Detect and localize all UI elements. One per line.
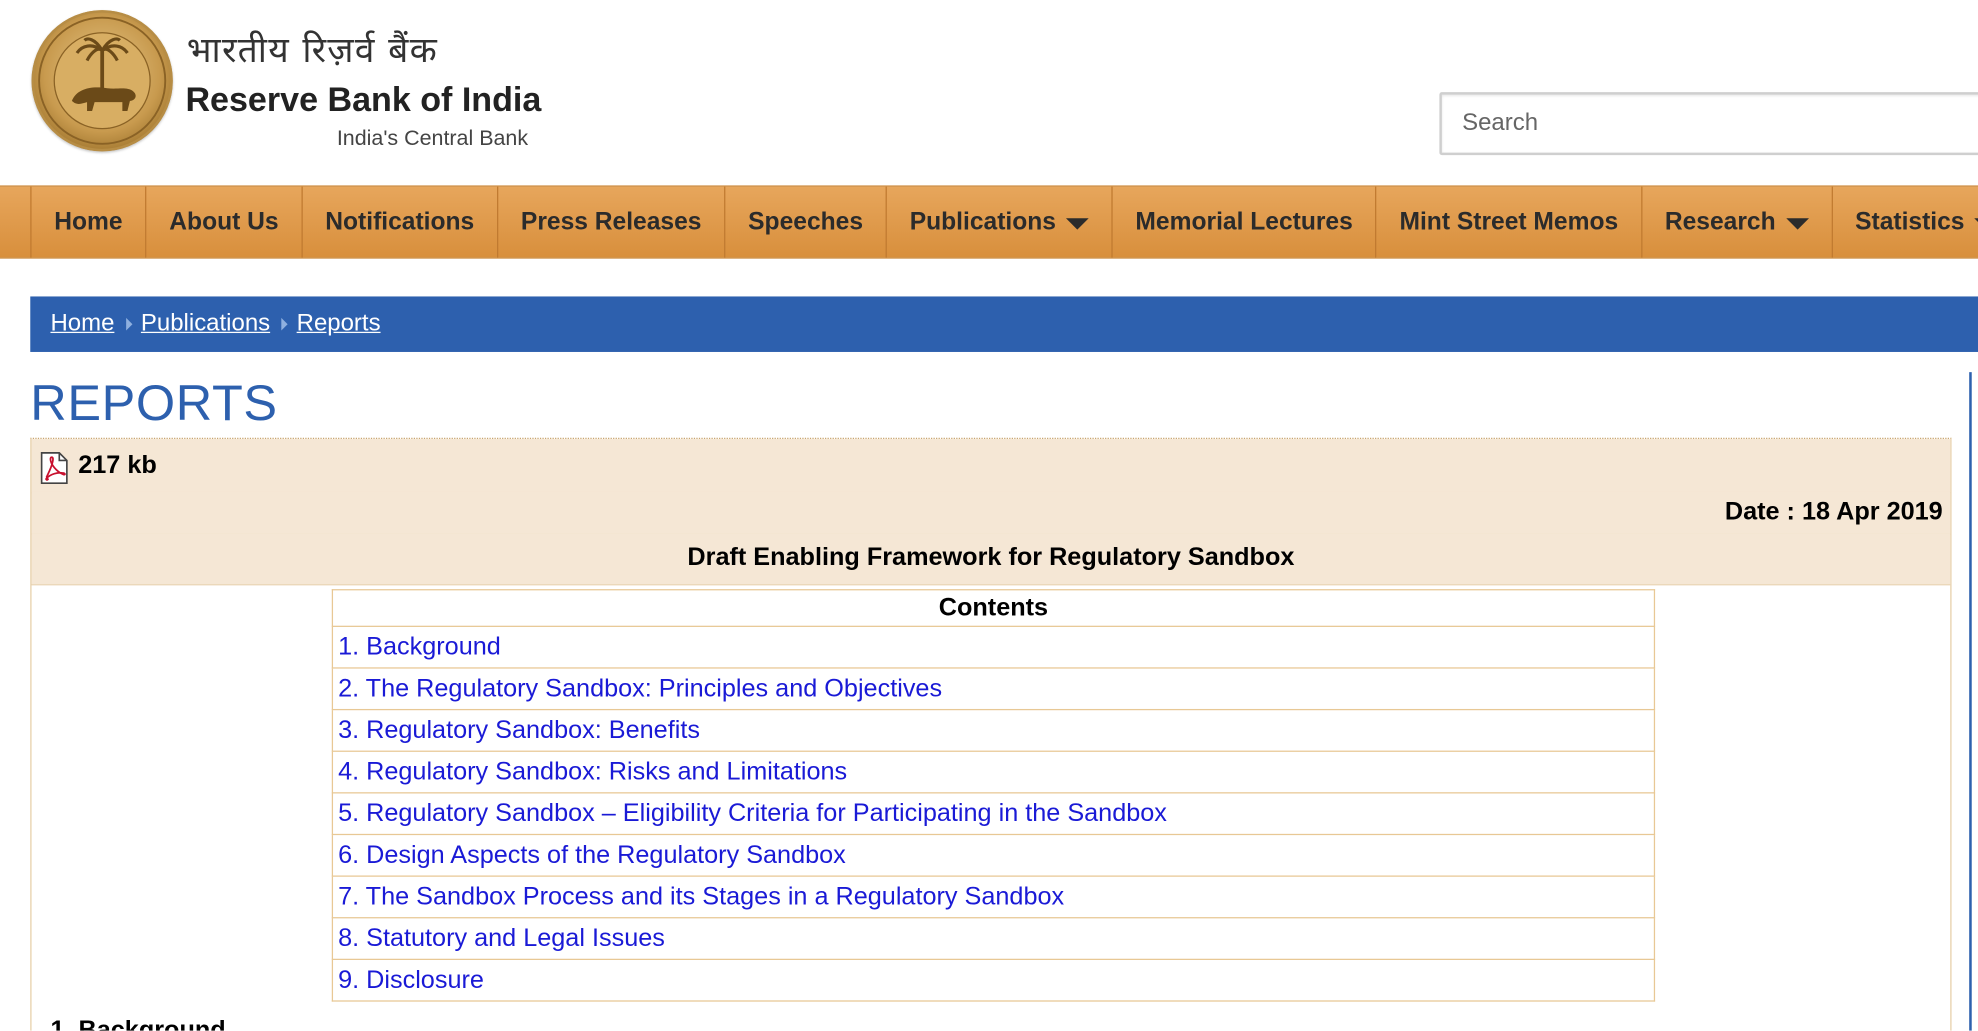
toc-link[interactable]: 9. Disclosure <box>338 966 484 994</box>
contents-table: Contents 1. Background 2. The Regulatory … <box>331 589 1656 1002</box>
toc-cell: 6. Design Aspects of the Regulatory Sand… <box>331 833 1656 877</box>
table-row: 7. The Sandbox Process and its Stages in… <box>331 875 1656 919</box>
nav-item-memorial-lectures[interactable]: Memorial Lectures <box>1111 186 1375 258</box>
nav-item-notifications[interactable]: Notifications <box>301 186 497 258</box>
nav-item-press-releases[interactable]: Press Releases <box>496 186 724 258</box>
date-row: Date : 18 Apr 2019 <box>31 491 1951 535</box>
nav-item-home[interactable]: Home <box>30 186 145 258</box>
brand-name[interactable]: Reserve Bank of India <box>185 81 541 120</box>
nav-item-speeches[interactable]: Speeches <box>724 186 886 258</box>
breadcrumb-home[interactable]: Home <box>50 310 114 338</box>
breadcrumb-separator-icon <box>125 317 133 331</box>
report-date: Date : 18 Apr 2019 <box>1724 498 1943 527</box>
nav-item-label: Publications <box>909 207 1056 236</box>
breadcrumb: Home Publications Reports <box>30 296 1978 352</box>
toc-link[interactable]: 2. The Regulatory Sandbox: Principles an… <box>338 674 942 702</box>
table-row: 1. Background <box>331 625 1656 669</box>
rbi-seal-logo[interactable] <box>31 10 173 152</box>
nav-item-label: Speeches <box>748 207 864 236</box>
nav-item-mint-street-memos[interactable]: Mint Street Memos <box>1375 186 1641 258</box>
table-row: 3. Regulatory Sandbox: Benefits <box>331 708 1656 752</box>
report-title-row: Draft Enabling Framework for Regulatory … <box>31 533 1951 586</box>
report-panel: 217 kb Date : 18 Apr 2019 Draft Enabling… <box>30 437 1952 1031</box>
main-navigation: Home About Us Notifications Press Releases S… <box>0 185 1978 259</box>
toc-link[interactable]: 8. Statutory and Legal Issues <box>338 924 665 952</box>
nav-item-label: Notifications <box>325 207 475 236</box>
nav-item-publications[interactable]: Publications <box>885 186 1112 258</box>
toc-cell: 1. Background <box>331 625 1656 669</box>
toc-cell: 8. Statutory and Legal Issues <box>331 917 1656 961</box>
seal-emblem <box>38 16 167 145</box>
breadcrumb-separator-icon <box>281 317 288 331</box>
toc-link[interactable]: 5. Regulatory Sandbox – Eligibility Crit… <box>338 799 1167 827</box>
nav-items: Home About Us Notifications Press Releases S… <box>30 186 1978 258</box>
nav-item-label: About Us <box>169 207 279 236</box>
toc-cell: 7. The Sandbox Process and its Stages in… <box>331 875 1656 919</box>
toc-cell: 3. Regulatory Sandbox: Benefits <box>331 708 1656 752</box>
nav-item-label: Mint Street Memos <box>1399 207 1619 236</box>
nav-item-label: Research <box>1664 207 1776 236</box>
search-input[interactable] <box>1439 92 1978 156</box>
brand-name-hindi: भारतीय रिज़र्व बैंक <box>186 29 438 71</box>
table-row: 8. Statutory and Legal Issues <box>331 917 1656 961</box>
toc-cell: 9. Disclosure <box>331 958 1656 1002</box>
nav-item-label: Memorial Lectures <box>1135 207 1353 236</box>
nav-item-label: Home <box>54 207 123 236</box>
file-size: 217 kb <box>78 451 157 480</box>
table-row: 6. Design Aspects of the Regulatory Sand… <box>331 833 1656 877</box>
caret-down-icon <box>1066 218 1089 230</box>
breadcrumb-publications[interactable]: Publications <box>141 310 270 338</box>
nav-item-label: Press Releases <box>520 207 702 236</box>
content-border <box>1969 372 1972 1031</box>
caret-down-icon <box>1974 218 1978 230</box>
page-title: REPORTS <box>30 375 278 432</box>
table-row: 9. Disclosure <box>331 958 1656 1002</box>
toc-cell: 4. Regulatory Sandbox: Risks and Limitat… <box>331 750 1656 794</box>
breadcrumb-reports[interactable]: Reports <box>297 310 381 338</box>
toc-cell: 2. The Regulatory Sandbox: Principles an… <box>331 667 1656 711</box>
nav-item-about-us[interactable]: About Us <box>145 186 301 258</box>
file-size-row: 217 kb <box>31 439 1951 494</box>
toc-link[interactable]: 7. The Sandbox Process and its Stages in… <box>338 882 1064 910</box>
table-row: 4. Regulatory Sandbox: Risks and Limitat… <box>331 750 1656 794</box>
nav-item-research[interactable]: Research <box>1640 186 1831 258</box>
toc-link[interactable]: 3. Regulatory Sandbox: Benefits <box>338 716 700 744</box>
table-row: 5. Regulatory Sandbox – Eligibility Crit… <box>331 792 1656 836</box>
table-row: 2. The Regulatory Sandbox: Principles an… <box>331 667 1656 711</box>
report-title: Draft Enabling Framework for Regulatory … <box>687 543 1295 572</box>
caret-down-icon <box>1785 218 1809 230</box>
section-heading: 1. Background <box>50 1016 226 1031</box>
toc-link[interactable]: 1. Background <box>338 633 501 661</box>
toc-link[interactable]: 4. Regulatory Sandbox: Risks and Limitat… <box>338 758 847 786</box>
toc-cell: 5. Regulatory Sandbox – Eligibility Crit… <box>331 792 1656 836</box>
pdf-icon[interactable] <box>39 452 69 485</box>
brand-tagline: India's Central Bank <box>336 126 529 151</box>
contents-header: Contents <box>331 589 1656 627</box>
nav-item-label: Statistics <box>1855 207 1965 236</box>
toc-link[interactable]: 6. Design Aspects of the Regulatory Sand… <box>338 841 846 869</box>
nav-item-statistics[interactable]: Statistics <box>1831 186 1978 258</box>
